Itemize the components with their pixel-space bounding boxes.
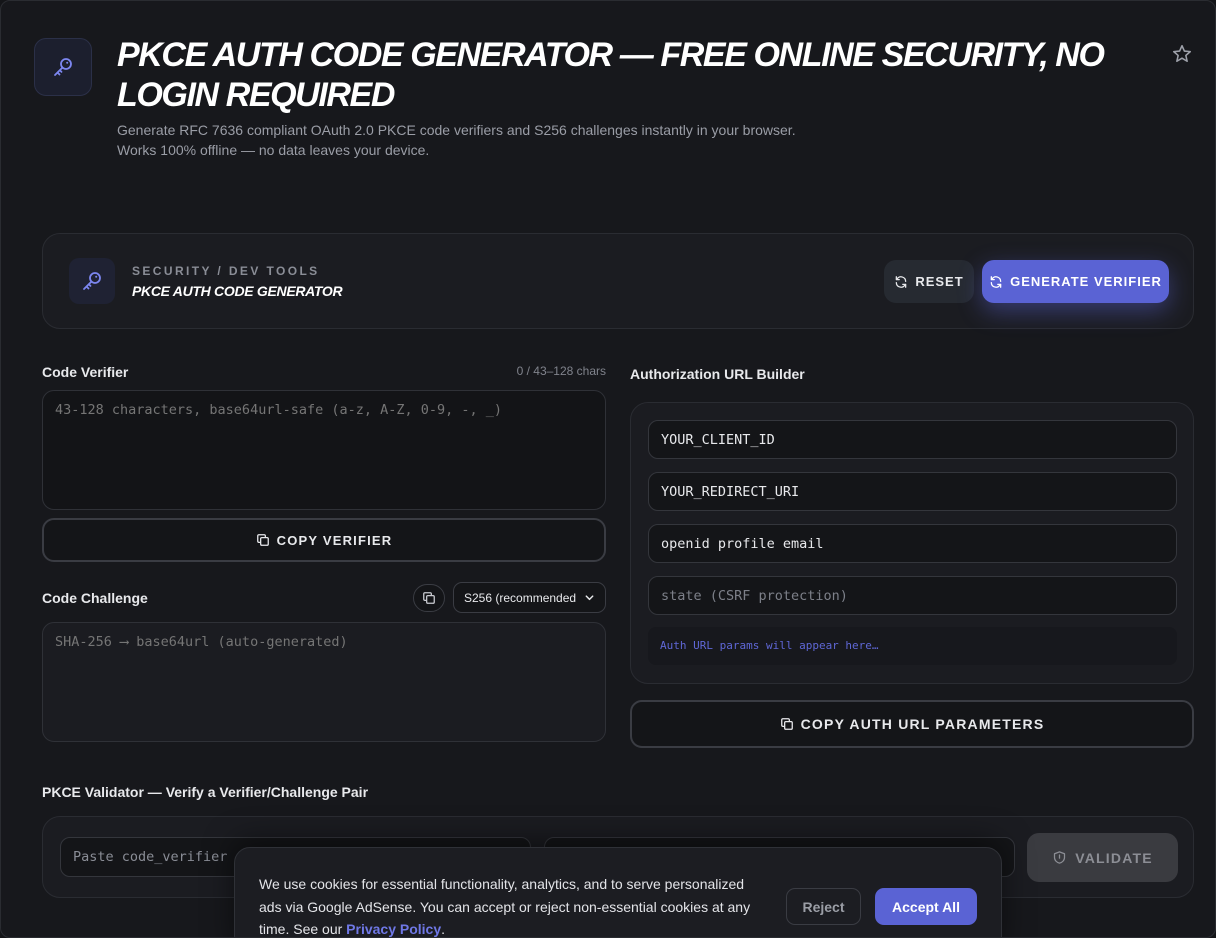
copy-auth-url-label: COPY AUTH URL PARAMETERS — [800, 716, 1045, 732]
cookie-period: . — [441, 921, 445, 937]
star-icon[interactable] — [1171, 43, 1193, 65]
reset-button[interactable]: RESET — [884, 260, 974, 303]
challenge-label: Code Challenge — [42, 590, 148, 606]
validate-label: VALIDATE — [1075, 849, 1153, 866]
validate-button[interactable]: VALIDATE — [1027, 833, 1178, 882]
code-verifier-input[interactable] — [42, 390, 606, 510]
copy-challenge-button[interactable] — [413, 584, 445, 612]
copy-verifier-label: COPY VERIFIER — [276, 532, 393, 548]
refresh-icon — [894, 275, 908, 289]
reject-cookies-button[interactable]: Reject — [786, 888, 861, 925]
shield-icon — [1052, 850, 1067, 865]
code-challenge-output[interactable] — [42, 622, 606, 742]
generate-verifier-button[interactable]: GENERATE VERIFIER — [982, 260, 1169, 303]
copy-icon — [422, 591, 436, 605]
key-icon — [69, 258, 115, 304]
scope-input[interactable] — [648, 524, 1177, 563]
tool-category: SECURITY / DEV TOOLS — [132, 264, 320, 278]
challenge-method-value: S256 (recommended — [464, 590, 577, 605]
key-icon — [51, 55, 75, 79]
verifier-label: Code Verifier — [42, 364, 129, 380]
cookie-message: We use cookies for essential functionali… — [259, 873, 769, 937]
refresh-icon — [989, 275, 1003, 289]
state-input[interactable] — [648, 576, 1177, 615]
verifier-char-count: 0 / 43–128 chars — [516, 364, 606, 378]
generate-label: GENERATE VERIFIER — [1010, 274, 1162, 289]
url-builder-card: Auth URL params will appear here… — [630, 402, 1194, 684]
copy-auth-url-button[interactable]: COPY AUTH URL PARAMETERS — [630, 700, 1194, 748]
privacy-policy-link[interactable]: Privacy Policy — [346, 921, 441, 937]
cookie-banner: We use cookies for essential functionali… — [234, 847, 1002, 937]
app-logo — [34, 38, 92, 96]
chevron-down-icon — [584, 592, 595, 603]
page-title: PKCE AUTH CODE GENERATOR — FREE ONLINE S… — [117, 36, 1105, 114]
tool-name: PKCE AUTH CODE GENERATOR — [132, 283, 343, 299]
redirect-uri-input[interactable] — [648, 472, 1177, 511]
reset-label: RESET — [915, 274, 964, 289]
client-id-input[interactable] — [648, 420, 1177, 459]
accept-cookies-button[interactable]: Accept All — [875, 888, 977, 925]
validator-label: PKCE Validator — Verify a Verifier/Chall… — [42, 784, 369, 800]
copy-verifier-button[interactable]: COPY VERIFIER — [42, 518, 606, 562]
copy-icon — [780, 717, 794, 731]
url-builder-label: Authorization URL Builder — [630, 366, 805, 382]
tool-header-card: SECURITY / DEV TOOLS PKCE AUTH CODE GENE… — [42, 233, 1194, 329]
challenge-method-select[interactable]: S256 (recommended — [453, 582, 606, 613]
cookie-text: We use cookies for essential functionali… — [259, 876, 751, 937]
auth-url-output: Auth URL params will appear here… — [648, 627, 1177, 665]
app-window: PKCE AUTH CODE GENERATOR — FREE ONLINE S… — [0, 0, 1216, 938]
page-subtitle: Generate RFC 7636 compliant OAuth 2.0 PK… — [117, 122, 796, 158]
copy-icon — [256, 533, 270, 547]
